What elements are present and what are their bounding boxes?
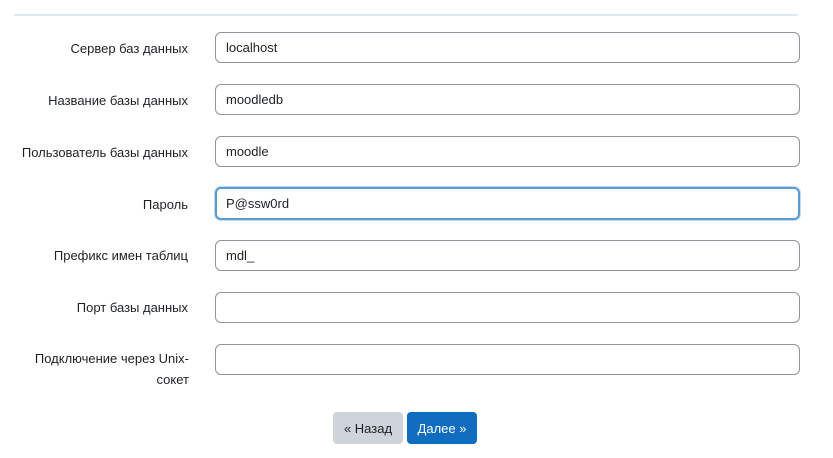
dbuser-label: Пользователь базы данных [21, 145, 188, 160]
dbhost-label: Сервер баз данных [70, 41, 188, 56]
dbname-label: Название базы данных [48, 93, 188, 108]
dbsocket-label: Подключение через Unix-сокет [34, 351, 189, 387]
top-divider [14, 14, 798, 16]
prefix-input[interactable] [215, 240, 800, 271]
dbname-input[interactable] [215, 84, 800, 115]
dbpass-input[interactable] [215, 187, 800, 220]
dbhost-input[interactable] [215, 32, 800, 63]
prefix-label: Префикс имен таблиц [53, 248, 188, 263]
dbsocket-input[interactable] [215, 344, 800, 375]
dbuser-input[interactable] [215, 136, 800, 167]
dbport-label: Порт базы данных [76, 300, 188, 315]
dbpass-label: Пароль [142, 197, 188, 212]
back-button[interactable]: « Назад [333, 412, 403, 444]
next-button[interactable]: Далее » [407, 412, 477, 444]
dbport-input[interactable] [215, 292, 800, 323]
